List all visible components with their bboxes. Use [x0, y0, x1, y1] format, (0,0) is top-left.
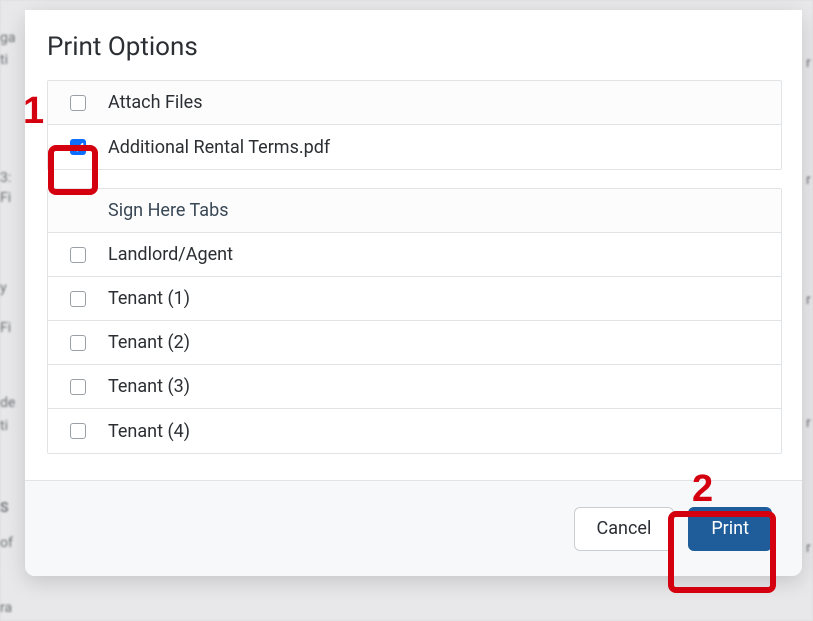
sign-here-label-2: Tenant (2)	[108, 332, 781, 353]
sign-here-label-0: Landlord/Agent	[108, 244, 781, 265]
sign-here-checkbox-3[interactable]	[70, 379, 86, 395]
attach-files-header-label: Attach Files	[108, 92, 781, 113]
sign-here-header-label: Sign Here Tabs	[108, 200, 781, 221]
print-options-dialog: Print Options Attach Files Additional Re…	[25, 10, 802, 576]
sign-here-label-1: Tenant (1)	[108, 288, 781, 309]
list-item[interactable]: Tenant (3)	[48, 365, 781, 409]
sign-here-checkbox-1[interactable]	[70, 291, 86, 307]
sign-here-label-4: Tenant (4)	[108, 421, 781, 442]
sign-here-checkbox-4[interactable]	[70, 423, 86, 439]
sign-here-header-row: Sign Here Tabs	[48, 189, 781, 233]
attach-files-item-row[interactable]: Additional Rental Terms.pdf	[48, 125, 781, 169]
attach-files-header-checkbox[interactable]	[70, 95, 86, 111]
list-item[interactable]: Tenant (2)	[48, 321, 781, 365]
attach-files-header-row[interactable]: Attach Files	[48, 81, 781, 125]
print-button[interactable]: Print	[688, 507, 772, 551]
sign-here-checkbox-2[interactable]	[70, 335, 86, 351]
dialog-title: Print Options	[47, 32, 782, 62]
attach-files-item-checkbox[interactable]	[70, 139, 86, 155]
attach-files-item-label: Additional Rental Terms.pdf	[108, 137, 781, 158]
list-item[interactable]: Tenant (4)	[48, 409, 781, 453]
list-item[interactable]: Landlord/Agent	[48, 233, 781, 277]
list-item[interactable]: Tenant (1)	[48, 277, 781, 321]
cancel-button[interactable]: Cancel	[574, 507, 675, 551]
attach-files-section: Attach Files Additional Rental Terms.pdf	[47, 80, 782, 170]
sign-here-label-3: Tenant (3)	[108, 376, 781, 397]
sign-here-section: Sign Here Tabs Landlord/Agent Tenant (1)…	[47, 188, 782, 454]
dialog-footer: Cancel Print	[25, 480, 802, 576]
dialog-body: Print Options Attach Files Additional Re…	[25, 10, 802, 480]
sign-here-checkbox-0[interactable]	[70, 247, 86, 263]
